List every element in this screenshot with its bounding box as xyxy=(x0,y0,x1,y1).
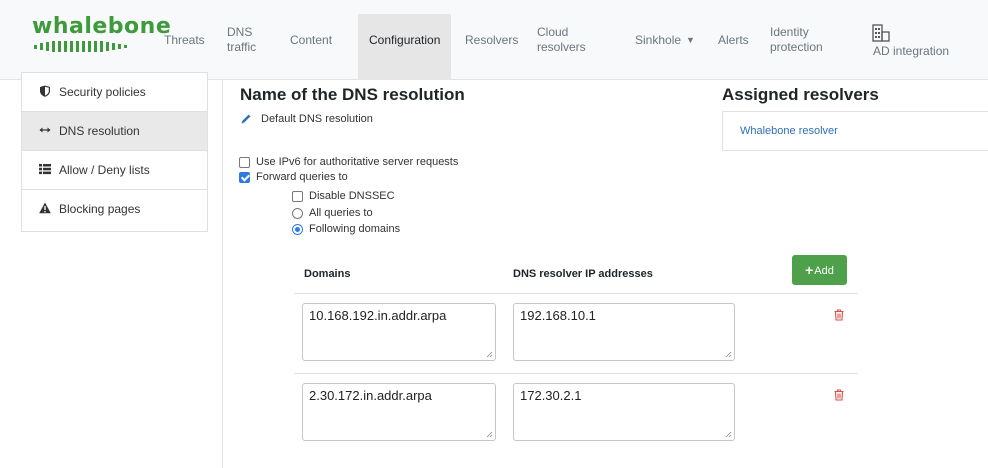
sidebar-item-label: Security policies xyxy=(59,85,146,99)
domains-column-header: Domains xyxy=(304,268,351,280)
trash-icon[interactable] xyxy=(834,309,844,321)
disable-dnssec-checkbox[interactable] xyxy=(292,191,303,202)
resize-grip-icon[interactable] xyxy=(486,431,493,438)
table-header-divider xyxy=(294,293,858,294)
nav-cloud-resolvers[interactable]: Cloud resolvers xyxy=(537,25,586,55)
pencil-icon[interactable] xyxy=(240,113,252,125)
nav-configuration[interactable]: Configuration xyxy=(358,14,451,80)
sidebar-item-allow-deny-lists[interactable]: Allow / Deny lists xyxy=(22,151,207,190)
list-icon xyxy=(39,164,51,175)
forward-queries-label: Forward queries to xyxy=(256,171,348,183)
building-icon xyxy=(872,24,890,42)
table-row-divider xyxy=(294,373,858,374)
logo-wordmark: whalebone xyxy=(32,14,172,39)
sidebar-item-security-policies[interactable]: Security policies xyxy=(22,73,207,112)
nav-ad-integration[interactable]: AD integration xyxy=(873,44,949,59)
whalebone-logo[interactable]: whalebone xyxy=(32,14,171,54)
resize-grip-icon[interactable] xyxy=(486,351,493,358)
page-title: Name of the DNS resolution xyxy=(240,85,465,104)
resolution-name-value[interactable]: Default DNS resolution xyxy=(261,113,373,125)
resolver-link[interactable]: Whalebone resolver xyxy=(740,125,838,137)
all-queries-label: All queries to xyxy=(309,207,373,219)
nav-sinkhole-dropdown[interactable]: Sinkhole ▼ xyxy=(635,33,695,48)
warning-icon xyxy=(39,202,51,214)
ipv6-checkbox[interactable] xyxy=(239,157,250,168)
top-navbar: whalebone Threats DNS traffic Content Co… xyxy=(0,0,988,80)
sidebar-item-label: DNS resolution xyxy=(59,124,140,138)
settings-sidebar: Security policies DNS resolution Allow /… xyxy=(21,72,208,232)
plus-icon: + xyxy=(805,262,814,278)
resolver-ip-input[interactable]: 192.168.10.1 xyxy=(513,303,735,361)
domain-input[interactable]: 10.168.192.in.addr.arpa xyxy=(302,303,496,361)
shield-icon xyxy=(40,85,50,97)
resize-grip-icon[interactable] xyxy=(725,351,732,358)
assigned-resolvers-title: Assigned resolvers xyxy=(722,85,879,104)
assigned-resolvers-box: Whalebone resolver xyxy=(722,111,988,151)
arrows-horizontal-icon xyxy=(39,127,51,133)
nav-dns-traffic[interactable]: DNS traffic xyxy=(227,25,256,55)
resize-grip-icon[interactable] xyxy=(725,431,732,438)
logo-bars-icon xyxy=(34,41,127,52)
disable-dnssec-label: Disable DNSSEC xyxy=(309,190,395,202)
sidebar-item-label: Allow / Deny lists xyxy=(59,163,150,177)
ipv6-label: Use IPv6 for authoritative server reques… xyxy=(256,156,459,168)
all-queries-radio[interactable] xyxy=(292,208,303,219)
nav-identity-protection[interactable]: Identity protection xyxy=(770,25,823,55)
nav-content[interactable]: Content xyxy=(290,33,332,48)
add-button[interactable]: +Add xyxy=(792,255,847,285)
trash-icon[interactable] xyxy=(834,389,844,401)
sidebar-item-label: Blocking pages xyxy=(59,202,141,216)
nav-resolvers[interactable]: Resolvers xyxy=(465,33,518,48)
following-domains-radio[interactable] xyxy=(292,224,303,235)
resolver-ip-column-header: DNS resolver IP addresses xyxy=(513,268,653,280)
sidebar-item-dns-resolution[interactable]: DNS resolution xyxy=(22,112,207,151)
caret-down-icon: ▼ xyxy=(686,35,695,45)
nav-alerts[interactable]: Alerts xyxy=(718,33,749,48)
resolver-ip-input[interactable]: 172.30.2.1 xyxy=(513,383,735,441)
forward-queries-checkbox[interactable] xyxy=(239,172,250,183)
domain-input[interactable]: 2.30.172.in.addr.arpa xyxy=(302,383,496,441)
following-domains-label: Following domains xyxy=(309,223,401,235)
sidebar-item-blocking-pages[interactable]: Blocking pages xyxy=(22,190,207,229)
content-divider xyxy=(222,80,223,468)
nav-threats[interactable]: Threats xyxy=(164,33,205,48)
